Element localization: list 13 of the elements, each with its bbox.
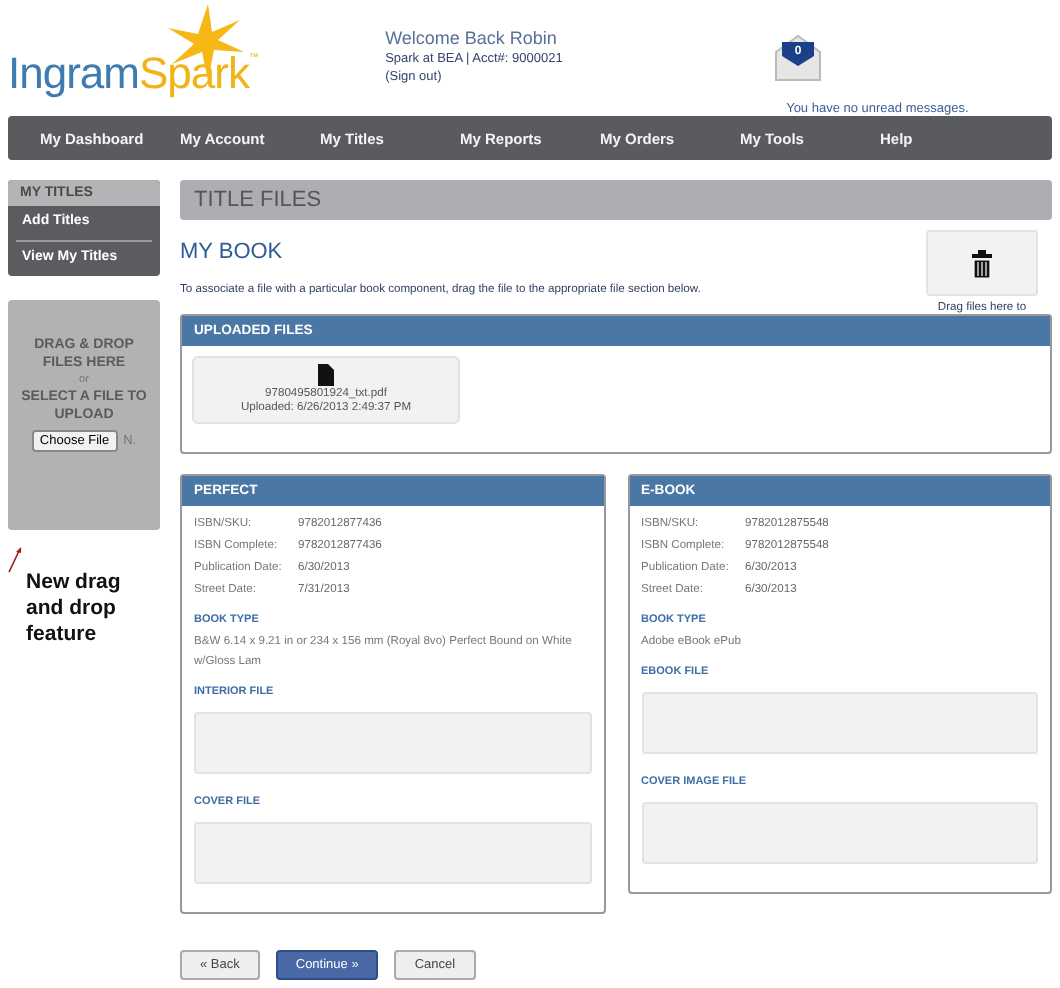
annotation-text: New drag and drop feature — [26, 568, 123, 648]
welcome-text: Welcome Back Robin — [385, 28, 559, 48]
page-title: TITLE FILES — [180, 180, 1052, 220]
logo-text: Ingram — [8, 48, 139, 100]
logo-text: Spark — [138, 48, 249, 100]
file-drop-zone[interactable] — [641, 692, 1038, 754]
trash-icon — [972, 249, 992, 277]
trash-drop-zone[interactable] — [926, 230, 1038, 296]
file-drop-zone[interactable] — [641, 802, 1038, 864]
book-title: MY BOOK — [180, 240, 285, 264]
document-icon — [318, 364, 334, 386]
file-drop-zone[interactable] — [194, 712, 591, 774]
file-drop-zone[interactable] — [194, 822, 591, 884]
